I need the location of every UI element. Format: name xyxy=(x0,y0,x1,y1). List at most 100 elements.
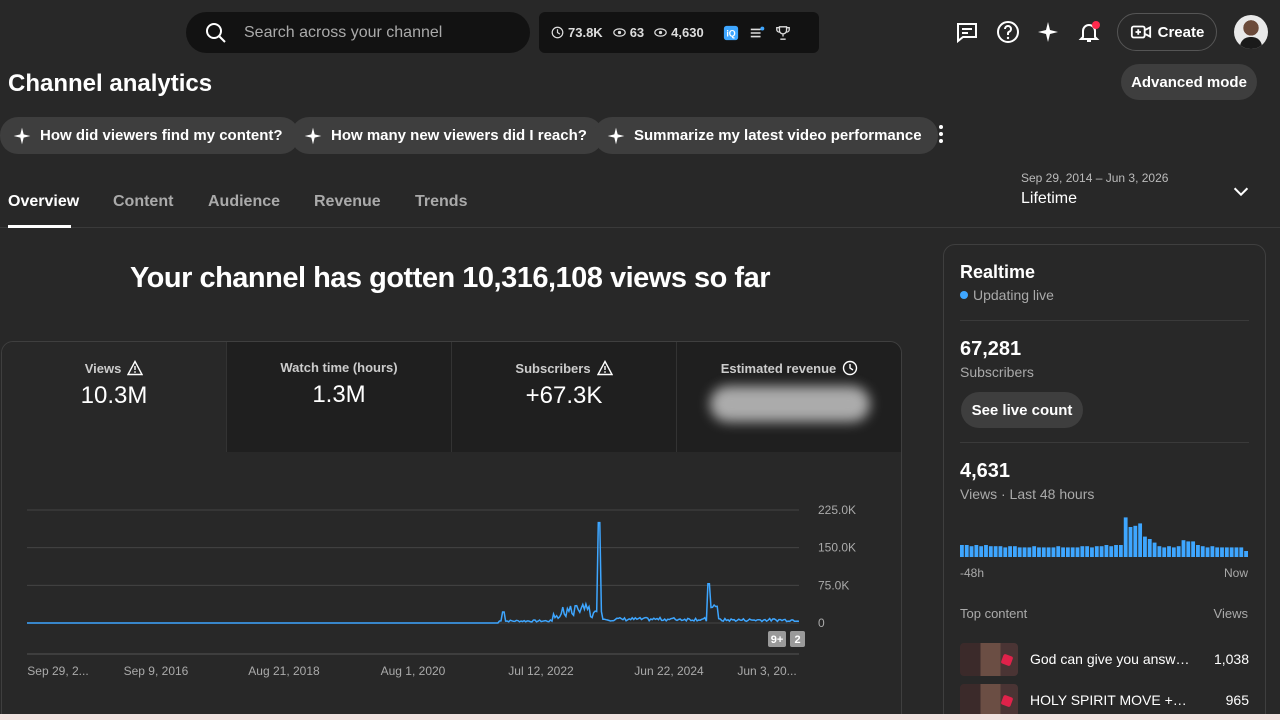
realtime-bar xyxy=(1196,545,1200,557)
trophy-icon[interactable] xyxy=(774,24,792,42)
date-range-picker[interactable]: Sep 29, 2014 – Jun 3, 2026 Lifetime xyxy=(1021,171,1168,208)
chip-new-viewers[interactable]: How many new viewers did I reach? xyxy=(291,117,603,154)
notifications-bell-icon[interactable] xyxy=(1075,18,1103,46)
realtime-bar xyxy=(1061,547,1065,557)
live-dot-icon xyxy=(960,291,968,299)
help-icon[interactable] xyxy=(994,18,1022,46)
realtime-bar xyxy=(1229,547,1234,557)
realtime-bar xyxy=(1085,546,1090,557)
realtime-bar xyxy=(1037,547,1041,557)
annotation-badge-label: 2 xyxy=(794,634,800,646)
video-thumbnail xyxy=(960,683,1018,717)
realtime-subscribers-value: 67,281 xyxy=(960,338,1022,360)
realtime-bar xyxy=(1099,546,1104,557)
tab-content[interactable]: Content xyxy=(113,193,173,211)
metric-watch-time-value: 1.3M xyxy=(312,381,366,408)
realtime-bar xyxy=(960,545,964,557)
realtime-bar xyxy=(1109,546,1114,557)
realtime-bar xyxy=(1224,547,1229,557)
realtime-bar-chart[interactable] xyxy=(960,515,1249,557)
realtime-bar xyxy=(1234,547,1239,557)
realtime-bar xyxy=(988,546,993,557)
bottom-strip xyxy=(0,714,1280,720)
realtime-bar xyxy=(1123,517,1128,557)
realtime-bar xyxy=(1162,547,1167,557)
page-title: Channel analytics xyxy=(8,70,213,97)
realtime-bar xyxy=(998,546,1003,557)
realtime-bar xyxy=(1070,547,1075,557)
see-live-count-button[interactable]: See live count xyxy=(961,392,1083,428)
sparkle-icon[interactable] xyxy=(1034,18,1062,46)
top-content-item[interactable]: HOLY SPIRIT MOVE +INST... 965 xyxy=(960,683,1249,717)
search-box[interactable]: Search across your channel xyxy=(186,12,530,53)
realtime-bar xyxy=(1143,536,1147,557)
top-content-views-label: Views xyxy=(1213,606,1248,621)
clock-icon xyxy=(551,26,564,39)
extension-logo-icon[interactable]: iQ xyxy=(722,24,740,42)
top-content-item[interactable]: God can give you answer... 1,038 xyxy=(960,642,1249,676)
realtime-bar xyxy=(1046,547,1051,557)
top-bar: Search across your channel 73.8K 63 4,63… xyxy=(0,0,1280,64)
views-series-line xyxy=(27,521,800,624)
realtime-bar xyxy=(979,546,984,557)
realtime-bar xyxy=(1147,539,1152,557)
realtime-bar xyxy=(1167,546,1171,557)
realtime-bar xyxy=(1027,547,1032,557)
realtime-bar xyxy=(1032,546,1037,557)
metric-estimated-revenue[interactable]: Estimated revenue xyxy=(677,342,901,452)
x-tick-label: Jun 22, 2024 xyxy=(634,664,704,678)
tab-audience[interactable]: Audience xyxy=(208,193,280,211)
avatar[interactable] xyxy=(1234,15,1268,49)
tab-overview[interactable]: Overview xyxy=(8,193,79,211)
realtime-bar xyxy=(1244,551,1248,557)
advanced-mode-button[interactable]: Advanced mode xyxy=(1121,64,1257,100)
tab-trends[interactable]: Trends xyxy=(415,193,467,211)
realtime-bar xyxy=(1094,546,1099,557)
y-tick-label: 75.0K xyxy=(818,578,849,592)
tab-revenue[interactable]: Revenue xyxy=(314,193,381,211)
video-views: 965 xyxy=(1225,692,1249,708)
video-views: 1,038 xyxy=(1213,651,1249,667)
x-tick-label: Jun 3, 20... xyxy=(737,664,796,678)
realtime-bar xyxy=(1200,546,1205,557)
realtime-bar xyxy=(1181,540,1186,557)
realtime-bar xyxy=(1022,547,1027,557)
divider xyxy=(960,442,1249,443)
chevron-down-icon[interactable] xyxy=(1230,180,1252,202)
chip-summarize-video[interactable]: Summarize my latest video performance xyxy=(594,117,938,154)
realtime-bar xyxy=(1114,545,1118,557)
realtime-bar xyxy=(964,545,969,557)
realtime-bar xyxy=(1003,547,1008,557)
realtime-bar xyxy=(1171,547,1176,557)
realtime-bar xyxy=(1152,542,1157,557)
create-button[interactable]: Create xyxy=(1117,13,1217,51)
realtime-bar xyxy=(1090,547,1094,557)
x-tick-label: Jul 12, 2022 xyxy=(508,664,574,678)
chip-viewers-find-content[interactable]: How did viewers find my content? xyxy=(0,117,299,154)
realtime-card: Realtime Updating live 67,281 Subscriber… xyxy=(943,244,1266,720)
sparkle-icon xyxy=(13,127,31,144)
realtime-title: Realtime xyxy=(960,262,1036,282)
overview-chart-card: Views 10.3M Watch time (hours) 1.3M Subs… xyxy=(1,341,902,720)
realtime-bar xyxy=(1176,546,1181,557)
realtime-bar xyxy=(1191,541,1196,557)
realtime-bar xyxy=(1051,547,1056,557)
x-tick-label: Aug 1, 2020 xyxy=(381,664,446,678)
more-options-icon[interactable] xyxy=(932,122,950,146)
stat-live-viewers: 63 xyxy=(612,25,644,40)
metric-watch-time[interactable]: Watch time (hours) 1.3M xyxy=(227,342,452,452)
list-menu-icon[interactable] xyxy=(748,24,766,42)
realtime-bar xyxy=(1157,546,1162,557)
eye-icon xyxy=(654,28,667,37)
top-content-label: Top content xyxy=(960,606,1028,621)
metric-views[interactable]: Views 10.3M xyxy=(2,342,227,452)
feedback-icon[interactable] xyxy=(953,18,981,46)
search-icon xyxy=(206,22,226,43)
views-headline: Your channel has gotten 10,316,108 views… xyxy=(129,262,771,294)
realtime-bar xyxy=(969,546,974,557)
realtime-views-value: 4,631 xyxy=(960,460,1011,482)
sparkle-icon xyxy=(304,127,322,144)
channel-stats-bar[interactable]: 73.8K 63 4,630 iQ xyxy=(539,12,819,53)
metric-subscribers[interactable]: Subscribers +67.3K xyxy=(452,342,677,452)
views-line-chart[interactable]: 225.0K 150.0K 75.0K 0 Sep 29, 2... Sep 9, 201… xyxy=(2,452,902,720)
